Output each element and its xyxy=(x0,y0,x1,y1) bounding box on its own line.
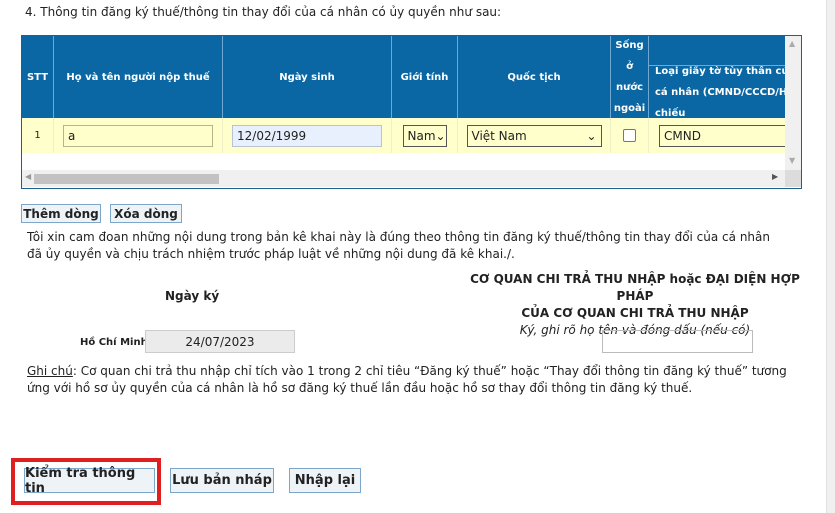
add-row-button[interactable]: Thêm dòng xyxy=(21,204,101,223)
nationality-value: Việt Nam xyxy=(471,128,527,143)
header-abroad: Sống ở nước ngoài xyxy=(611,36,649,118)
header-nationality: Quốc tịch xyxy=(458,36,611,118)
sign-date-input[interactable]: 24/07/2023 xyxy=(145,330,295,353)
sign-date-label: Ngày ký xyxy=(165,289,220,303)
scroll-down-icon[interactable]: ▼ xyxy=(789,156,795,165)
declaration-text: Tôi xin cam đoan những nội dung trong bả… xyxy=(27,230,770,261)
horizontal-scrollbar[interactable]: ◀ ▶ xyxy=(22,170,785,187)
note-label: Ghi chú xyxy=(27,364,73,378)
abroad-checkbox[interactable] xyxy=(623,129,636,142)
section-title: 4. Thông tin đăng ký thuế/thông tin thay… xyxy=(25,5,502,19)
signature-input[interactable] xyxy=(602,330,753,353)
taxpayer-table: STT Họ và tên người nộp thuế Ngày sinh G… xyxy=(21,35,802,189)
name-input[interactable]: a xyxy=(63,124,213,147)
agency-title-2: CỦA CƠ QUAN CHI TRẢ THU NHẬP xyxy=(521,306,749,320)
note-text: : Cơ quan chi trả thu nhập chỉ tích vào … xyxy=(27,364,787,395)
sign-place: Hồ Chí Minh, xyxy=(80,337,152,348)
nationality-select[interactable]: Việt Nam ⌄ xyxy=(466,124,602,147)
page-scrollbar[interactable] xyxy=(826,0,835,513)
scroll-left-icon[interactable]: ◀ xyxy=(25,172,31,181)
id-type-select[interactable]: CMND⌄ xyxy=(659,124,799,147)
scroll-corner xyxy=(785,170,801,187)
delete-row-button[interactable]: Xóa dòng xyxy=(110,204,182,223)
vertical-scrollbar[interactable]: ▲ ▼ xyxy=(785,36,801,170)
header-stt: STT xyxy=(22,36,54,118)
cell-stt: 1 xyxy=(22,118,54,153)
id-type-value: CMND xyxy=(664,128,701,143)
scroll-right-icon[interactable]: ▶ xyxy=(772,172,778,181)
header-dob: Ngày sinh xyxy=(223,36,392,118)
header-name: Họ và tên người nộp thuế xyxy=(54,36,223,118)
header-id-type: Loại giấy tờ tùy thân của cá nhân (CMND/… xyxy=(649,66,801,118)
note: Ghi chú: Cơ quan chi trả thu nhập chỉ tí… xyxy=(27,363,787,397)
header-gender: Giới tính xyxy=(392,36,458,118)
chevron-down-icon: ⌄ xyxy=(435,128,446,143)
header-group xyxy=(649,36,801,66)
chevron-down-icon: ⌄ xyxy=(586,128,597,143)
check-info-button[interactable]: Kiểm tra thông tin xyxy=(24,466,155,496)
gender-value: Nam xyxy=(407,128,436,143)
dob-input[interactable]: 12/02/1999 xyxy=(232,124,382,147)
reset-button[interactable]: Nhập lại xyxy=(289,468,361,493)
scrollbar-thumb[interactable] xyxy=(34,174,219,184)
agency-title-1: CƠ QUAN CHI TRẢ THU NHẬP hoặc ĐẠI DIỆN H… xyxy=(470,272,800,303)
save-draft-button[interactable]: Lưu bản nháp xyxy=(170,468,274,493)
gender-select[interactable]: Nam ⌄ xyxy=(402,124,447,147)
scroll-up-icon[interactable]: ▲ xyxy=(789,39,795,48)
